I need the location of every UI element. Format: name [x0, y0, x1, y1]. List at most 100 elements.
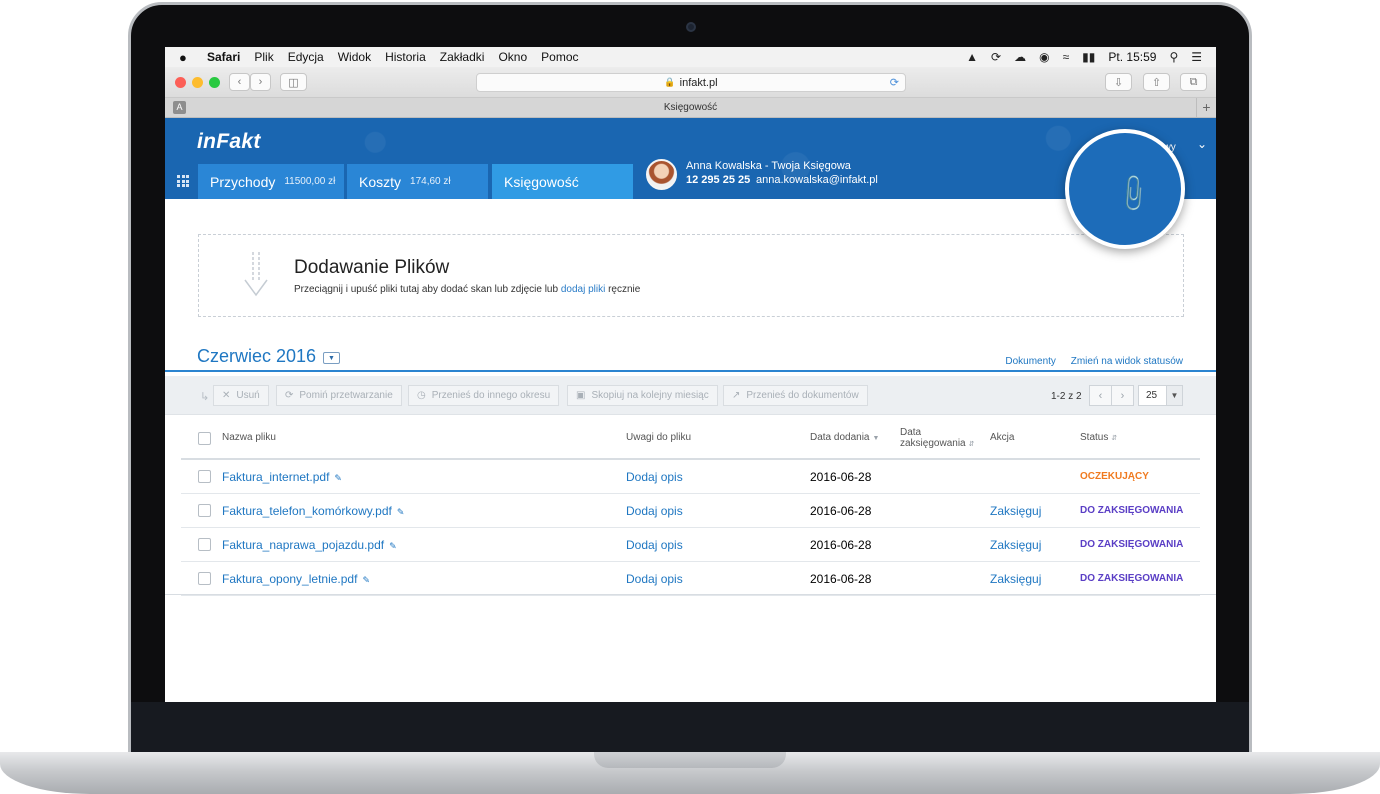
file-name-link[interactable]: Faktura_opony_letnie.pdf ✎: [222, 572, 370, 586]
tab-koszty[interactable]: Koszty 174,60 zł: [347, 164, 488, 199]
status-badge: DO ZAKSIĘGOWANIA: [1080, 573, 1184, 584]
table-row: Faktura_naprawa_pojazdu.pdf ✎ Dodaj opis …: [181, 528, 1200, 562]
bulk-action-bar: ↳ ✕ Usuń ⟳ Pomiń przetwarzanie ◷ Przenieś d…: [165, 376, 1216, 415]
date-added: 2016-06-28: [810, 470, 872, 484]
download-arrow-icon: [244, 252, 268, 297]
col-action: Akcja: [990, 432, 1015, 443]
file-name-link[interactable]: Faktura_internet.pdf ✎: [222, 470, 342, 484]
wifi-icon[interactable]: ≈: [1063, 50, 1070, 64]
reload-icon[interactable]: ⟳: [890, 76, 899, 89]
sort-desc-icon: ▼: [872, 435, 880, 442]
menu-item-zakladki[interactable]: Zakładki: [440, 50, 485, 64]
pencil-icon[interactable]: ✎: [334, 473, 342, 483]
move-to-documents-button[interactable]: ↗ Przenieś do dokumentów: [723, 385, 868, 406]
file-dropzone[interactable]: Dodawanie Plików Przeciągnij i upuść pli…: [198, 234, 1184, 317]
tab-ksiegowosc[interactable]: Księgowość: [492, 164, 633, 199]
file-name: Faktura_naprawa_pojazdu.pdf: [222, 538, 385, 552]
add-description-link[interactable]: Dodaj opis: [626, 538, 683, 552]
col-date-booked[interactable]: Data zaksięgowania ⇵: [900, 427, 974, 450]
book-link[interactable]: Zaksięguj: [990, 504, 1041, 518]
minimize-window-icon[interactable]: [192, 77, 203, 88]
col-date-booked-line2: zaksięgowania: [900, 438, 966, 449]
row-checkbox[interactable]: [198, 538, 211, 551]
tabs-overview-button[interactable]: ⧉: [1180, 73, 1207, 91]
search-icon[interactable]: ⚲: [1169, 50, 1178, 64]
sync-icon[interactable]: ⟳: [991, 50, 1001, 64]
forward-button[interactable]: ›: [250, 73, 271, 91]
refresh-icon: ⟳: [285, 390, 294, 401]
eye-icon[interactable]: ◉: [1039, 50, 1049, 64]
table-row: Faktura_telefon_komórkowy.pdf ✎ Dodaj opi…: [181, 494, 1200, 528]
pencil-icon[interactable]: ✎: [362, 575, 370, 585]
file-name-link[interactable]: Faktura_telefon_komórkowy.pdf ✎: [222, 504, 404, 518]
back-button[interactable]: ‹: [229, 73, 250, 91]
menu-item-edycja[interactable]: Edycja: [288, 50, 324, 64]
accountant-email[interactable]: anna.kowalska@infakt.pl: [756, 174, 878, 186]
active-tab-title[interactable]: Księgowość: [664, 102, 717, 113]
cloud-icon[interactable]: ☁: [1014, 50, 1026, 64]
menu-item-plik[interactable]: Plik: [254, 50, 273, 64]
row-checkbox[interactable]: [198, 572, 211, 585]
delete-button-label: Usuń: [236, 390, 260, 401]
menu-item-widok[interactable]: Widok: [338, 50, 371, 64]
tab-amount: 174,60 zł: [410, 176, 451, 187]
battery-icon[interactable]: ▮▮: [1082, 50, 1095, 64]
file-name: Faktura_internet.pdf: [222, 470, 330, 484]
period-title[interactable]: Czerwiec 2016: [197, 346, 316, 367]
table-row: Faktura_opony_letnie.pdf ✎ Dodaj opis 201…: [181, 562, 1200, 596]
upload-desc-suffix: ręcznie: [605, 284, 641, 295]
status-view-link[interactable]: Zmień na widok statusów: [1071, 356, 1183, 367]
add-description-link[interactable]: Dodaj opis: [626, 572, 683, 586]
pencil-icon[interactable]: ✎: [389, 541, 397, 551]
add-description-link[interactable]: Dodaj opis: [626, 504, 683, 518]
infakt-logo[interactable]: inFakt: [197, 130, 261, 154]
delete-button[interactable]: ✕ Usuń: [213, 385, 269, 406]
row-checkbox[interactable]: [198, 504, 211, 517]
status-badge: OCZEKUJĄCY: [1080, 471, 1149, 482]
col-date-added[interactable]: Data dodania ▼: [810, 432, 879, 443]
address-bar[interactable]: 🔒 infakt.pl ⟳: [476, 73, 906, 92]
menubar-clock[interactable]: Pt. 15:59: [1108, 50, 1156, 64]
book-link[interactable]: Zaksięguj: [990, 538, 1041, 552]
sidebar-toggle-button[interactable]: ◫: [280, 73, 307, 91]
col-status[interactable]: Status ⇵: [1080, 432, 1117, 443]
menu-app-name[interactable]: Safari: [207, 50, 240, 64]
pencil-icon[interactable]: ✎: [397, 507, 405, 517]
col-date-added-label: Data dodania: [810, 432, 870, 443]
copy-next-month-button[interactable]: ▣ Skopiuj na kolejny miesiąc: [567, 385, 718, 406]
select-arrow-icon: ↳: [200, 391, 210, 403]
book-link[interactable]: Zaksięguj: [990, 572, 1041, 586]
chevron-down-icon: ▼: [1166, 386, 1182, 405]
menu-item-historia[interactable]: Historia: [385, 50, 426, 64]
notification-center-icon[interactable]: ☰: [1191, 50, 1202, 64]
zoom-window-icon[interactable]: [209, 77, 220, 88]
row-checkbox[interactable]: [198, 470, 211, 483]
pinned-tab[interactable]: A: [173, 101, 186, 114]
share-button[interactable]: ⇧: [1143, 73, 1170, 91]
file-name-link[interactable]: Faktura_naprawa_pojazdu.pdf ✎: [222, 538, 397, 552]
documents-link[interactable]: Dokumenty: [1005, 356, 1056, 367]
tab-przychody[interactable]: Przychody 11500,00 zł: [198, 164, 344, 199]
table-row: Faktura_internet.pdf ✎ Dodaj opis 2016-06…: [181, 460, 1200, 494]
chevron-down-icon[interactable]: ⌄: [1197, 137, 1207, 151]
apple-menu-icon[interactable]: ●: [179, 50, 195, 65]
close-window-icon[interactable]: [175, 77, 186, 88]
attachment-magnifier[interactable]: 📎: [1065, 129, 1185, 249]
menu-item-okno[interactable]: Okno: [498, 50, 527, 64]
period-dropdown-icon[interactable]: ▼: [323, 352, 340, 364]
drive-icon[interactable]: ▲: [966, 50, 978, 64]
prev-page-button[interactable]: ‹: [1089, 385, 1112, 406]
add-files-link[interactable]: dodaj pliki: [561, 284, 605, 295]
downloads-button[interactable]: ⇩: [1105, 73, 1132, 91]
new-tab-button[interactable]: +: [1196, 98, 1216, 117]
move-period-button[interactable]: ◷ Przenieś do innego okresu: [408, 385, 560, 406]
apps-grid-icon[interactable]: [177, 175, 189, 187]
skip-processing-button[interactable]: ⟳ Pomiń przetwarzanie: [276, 385, 402, 406]
date-added: 2016-06-28: [810, 504, 872, 518]
move-period-label: Przenieś do innego okresu: [431, 390, 551, 401]
per-page-select[interactable]: 25 ▼: [1138, 385, 1183, 406]
next-page-button[interactable]: ›: [1111, 385, 1134, 406]
select-all-checkbox[interactable]: [198, 432, 211, 445]
menu-item-pomoc[interactable]: Pomoc: [541, 50, 578, 64]
add-description-link[interactable]: Dodaj opis: [626, 470, 683, 484]
